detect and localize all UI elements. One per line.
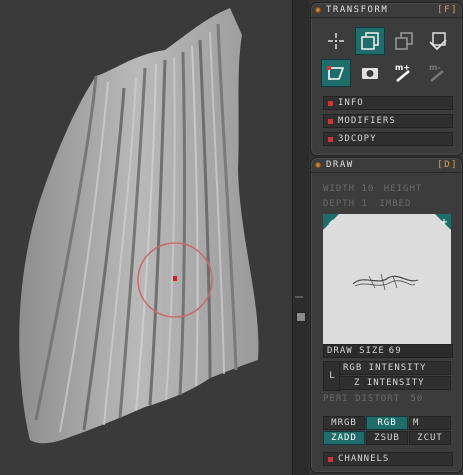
copy3d-button[interactable]: 3DCOPY <box>323 132 453 146</box>
draw-header[interactable]: DRAW [D] <box>311 158 462 173</box>
width-label: WIDTH <box>323 184 356 194</box>
copy-button[interactable] <box>355 27 385 55</box>
imbed-label: IMBED <box>379 199 412 209</box>
zsub-label: ZSUB <box>374 433 400 443</box>
brush-cursor-dot <box>173 276 177 281</box>
draw-size-value: 69 <box>388 346 402 356</box>
palette-dot-icon[interactable] <box>315 7 321 13</box>
width-slider[interactable]: WIDTH 10 <box>323 184 374 194</box>
modifiers-button[interactable]: MODIFIERS <box>323 114 453 128</box>
height-label: HEIGHT <box>383 184 423 194</box>
width-value: 10 <box>361 184 375 194</box>
palette-dot-icon[interactable] <box>315 162 321 168</box>
mark-button[interactable]: m+ <box>389 59 419 87</box>
depth-label: DEPTH <box>323 199 356 209</box>
peri-label: PERI DISTORT <box>323 394 401 404</box>
edit-mesh-icon <box>327 66 345 80</box>
info-button[interactable]: INFO <box>323 96 453 110</box>
move-icon <box>328 33 344 49</box>
rgb-button[interactable]: RGB <box>366 416 408 430</box>
unmark-button[interactable]: m- <box>423 59 453 87</box>
transform-header[interactable]: TRANSFORM [F] <box>311 3 462 18</box>
brush-preview[interactable] <box>323 214 451 344</box>
rgb-intensity-slider[interactable]: RGB INTENSITY <box>339 361 451 375</box>
modifiers-label: MODIFIERS <box>338 116 396 126</box>
z-intensity-label: Z INTENSITY <box>354 378 425 388</box>
depth-value: 1 <box>361 199 368 209</box>
channels-label: CHANNELS <box>338 454 390 464</box>
draw-title: DRAW <box>326 160 354 170</box>
snapshot-button[interactable] <box>355 59 385 87</box>
peri-distort-slider[interactable]: PERI DISTORT 50 <box>323 394 451 404</box>
zcut-button[interactable]: ZCUT <box>409 431 451 445</box>
draw-size-slider[interactable]: DRAW SIZE 69 <box>323 344 453 358</box>
z-intensity-slider[interactable]: Z INTENSITY <box>339 376 451 390</box>
width-height-row: WIDTH 10 HEIGHT <box>323 184 451 194</box>
copy-icon <box>361 32 379 50</box>
draw-palette: DRAW [D] WIDTH 10 HEIGHT DEPTH 1 IMBED D… <box>310 157 463 473</box>
scroll-thumb[interactable] <box>296 312 306 322</box>
depth-slider[interactable]: DEPTH 1 <box>323 199 368 209</box>
zsub-button[interactable]: ZSUB <box>366 431 408 445</box>
scroll-mark <box>295 296 303 298</box>
paste-icon <box>429 32 447 51</box>
duplicate-button[interactable] <box>389 27 419 55</box>
rgb-intensity-label: RGB INTENSITY <box>343 363 427 373</box>
peri-value: 50 <box>410 394 424 404</box>
mrgb-label: MRGB <box>331 418 357 428</box>
depth-imbed-row: DEPTH 1 IMBED <box>323 199 451 209</box>
info-label: INFO <box>338 98 364 108</box>
bullet-icon <box>328 456 333 462</box>
l-label: L <box>329 371 335 381</box>
paste-button[interactable] <box>423 27 453 55</box>
m-button[interactable]: M <box>409 416 451 430</box>
transform-palette: TRANSFORM [F] m+ m- INFO MODIFIERS 3DCOP… <box>310 2 463 156</box>
transform-icon-grid: m+ m- <box>321 27 451 87</box>
move-button[interactable] <box>321 27 351 55</box>
duplicate-icon <box>395 32 413 50</box>
cloth-mesh <box>19 8 259 444</box>
rgb-label: RGB <box>377 418 397 428</box>
channels-button[interactable]: CHANNELS <box>323 452 453 466</box>
mrgb-button[interactable]: MRGB <box>323 416 365 430</box>
draw-shortcut: [D] <box>437 160 458 170</box>
zcut-label: ZCUT <box>417 433 443 443</box>
bullet-icon <box>328 136 333 142</box>
viewport-scroll-strip[interactable] <box>292 0 309 475</box>
zadd-button[interactable]: ZADD <box>323 431 365 445</box>
m-label: M <box>413 418 420 428</box>
copy3d-label: 3DCOPY <box>338 134 377 144</box>
bullet-icon <box>328 118 333 124</box>
zadd-label: ZADD <box>331 433 357 443</box>
transform-title: TRANSFORM <box>326 5 389 15</box>
transform-shortcut: [F] <box>437 5 458 15</box>
height-slider[interactable]: HEIGHT <box>384 184 423 194</box>
edit-mesh-button[interactable] <box>321 59 351 87</box>
imbed-slider[interactable]: IMBED <box>379 199 411 209</box>
mark-icon: m+ <box>395 63 410 82</box>
bullet-icon <box>328 100 333 106</box>
brush-preview-graphic <box>323 214 451 291</box>
snapshot-icon <box>362 68 378 79</box>
draw-size-label: DRAW SIZE <box>327 346 385 356</box>
svg-text:m-: m- <box>429 63 441 72</box>
canvas-viewport[interactable] <box>0 0 292 475</box>
unmark-icon: m- <box>429 63 444 82</box>
